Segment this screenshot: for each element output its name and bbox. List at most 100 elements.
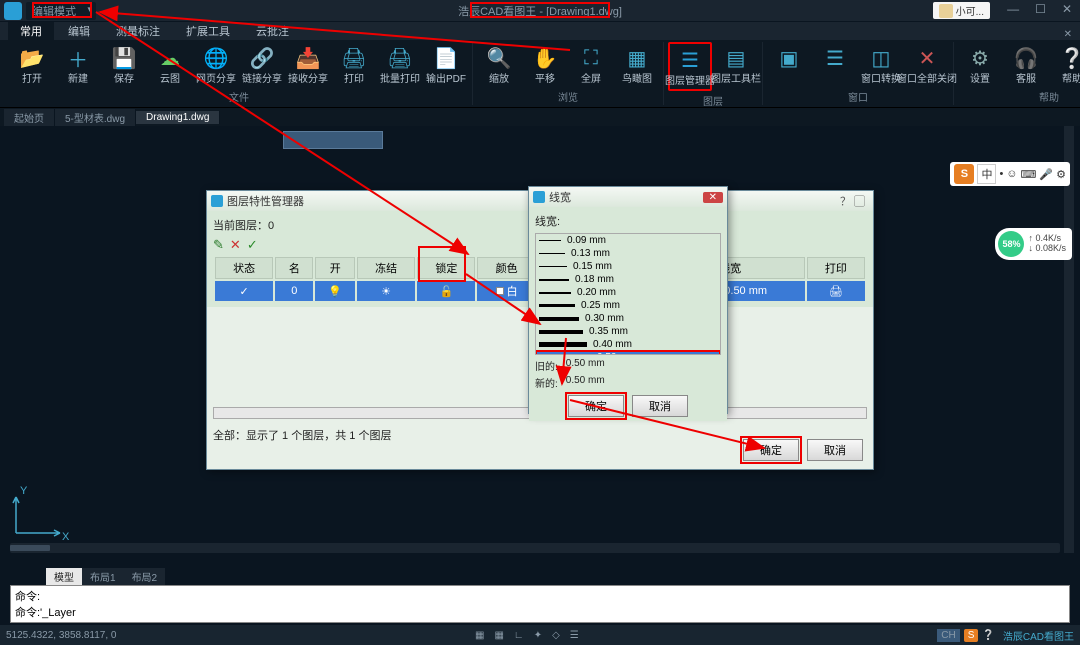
lw-item-5[interactable]: 0.25 mm (536, 299, 720, 312)
cancel-button[interactable]: 取消 (807, 439, 863, 461)
state-cell[interactable]: ✓ (215, 281, 273, 301)
pdf-button[interactable]: 📄输出PDF (424, 42, 468, 87)
ime-punct-icon[interactable]: • (999, 168, 1003, 180)
closeall-button[interactable]: ✕窗口全部关闭 (905, 42, 949, 87)
user-chip[interactable]: 小可... (933, 2, 990, 19)
help-button[interactable]: ❔帮助 (1050, 42, 1080, 87)
layout-tabs: 模型布局1布局2 (46, 568, 165, 585)
lw-close-button[interactable]: ✕ (703, 192, 723, 203)
s-icon[interactable]: S (964, 629, 979, 642)
lwt-toggle[interactable]: ☰ (567, 630, 582, 641)
doc-tab-1[interactable]: 5-型材表.dwg (55, 109, 136, 126)
new-layer-icon[interactable]: ✎ (213, 237, 224, 253)
print-button[interactable]: 🖨打印 (332, 42, 376, 87)
lw-item-6[interactable]: 0.30 mm (536, 312, 720, 325)
doc-tab-0[interactable]: 起始页 (4, 109, 55, 126)
save-button[interactable]: 💾保存 (102, 42, 146, 87)
name-cell[interactable]: 0 (275, 281, 313, 301)
color-cell[interactable]: 白 (477, 281, 535, 301)
pan-button[interactable]: ✋平移 (523, 42, 567, 87)
col-名[interactable]: 名 (275, 257, 313, 279)
menu-tab-0[interactable]: 常用 (8, 21, 54, 41)
h-scrollbar[interactable] (10, 543, 1060, 553)
lw-item-4[interactable]: 0.20 mm (536, 286, 720, 299)
newwin-button[interactable]: ▣ (767, 42, 811, 87)
lw-item-9[interactable]: 0.50 mm (536, 351, 720, 355)
ime-gear-icon[interactable]: ⚙ (1056, 168, 1066, 181)
app-icon (4, 2, 22, 20)
ime-kb-icon[interactable]: ⌨ (1021, 168, 1037, 181)
dialog-help-icon[interactable]: ？ ▢ (836, 193, 869, 209)
menu-tab-4[interactable]: 云批注 (244, 21, 301, 41)
ortho-toggle[interactable]: ∟ (511, 630, 527, 641)
ime-mic-icon[interactable]: 🎤 (1039, 168, 1053, 181)
ime-cn[interactable]: 中 (977, 164, 996, 184)
winlist-button[interactable]: ☰ (813, 42, 857, 87)
ok-button[interactable]: 确定 (743, 439, 799, 461)
grid-toggle[interactable]: ▦ (491, 630, 506, 641)
lw-item-1[interactable]: 0.13 mm (536, 247, 720, 260)
lw-cancel-button[interactable]: 取消 (632, 395, 688, 417)
layout-tab-2[interactable]: 布局2 (124, 568, 166, 585)
layertb-button[interactable]: ▤图层工具栏 (714, 42, 758, 91)
delete-layer-icon[interactable]: ✕ (230, 237, 241, 253)
full-label: 全屏 (581, 74, 601, 85)
service-icon: 🎧 (1012, 44, 1040, 72)
bview-button[interactable]: ▦鸟瞰图 (615, 42, 659, 87)
plot-cell[interactable]: 🖨 (807, 281, 865, 301)
lw-ok-button[interactable]: 确定 (568, 395, 624, 417)
minimize-button[interactable]: — (1003, 2, 1023, 16)
batchprint-button[interactable]: 🖨批量打印 (378, 42, 422, 87)
zoom-button[interactable]: 🔍缩放 (477, 42, 521, 87)
polar-toggle[interactable]: ✦ (531, 630, 545, 641)
speed-widget[interactable]: 58% ↑ 0.4K/s ↓ 0.08K/s (995, 228, 1072, 260)
menu-tab-3[interactable]: 扩展工具 (174, 21, 242, 41)
v-scrollbar[interactable] (1064, 126, 1074, 553)
command-line[interactable]: 命令: 命令:'_Layer (10, 585, 1070, 623)
doc-tab-2[interactable]: Drawing1.dwg (136, 111, 220, 124)
maximize-button[interactable]: ☐ (1031, 2, 1050, 16)
lw-item-7[interactable]: 0.35 mm (536, 325, 720, 338)
window-controls: — ☐ ✕ (1003, 2, 1076, 16)
lock-cell[interactable]: 🔓 (417, 281, 475, 301)
lw-item-0[interactable]: 0.09 mm (536, 234, 720, 247)
open-button[interactable]: 📂打开 (10, 42, 54, 87)
full-button[interactable]: ⛶全屏 (569, 42, 613, 87)
menu-tab-1[interactable]: 编辑 (56, 21, 102, 41)
lw-item-8[interactable]: 0.40 mm (536, 338, 720, 351)
on-cell[interactable]: 💡 (315, 281, 355, 301)
help-icon[interactable]: ❔ (982, 630, 994, 641)
col-冻结[interactable]: 冻结 (357, 257, 415, 279)
col-状态[interactable]: 状态 (215, 257, 273, 279)
lw-dialog-titlebar[interactable]: 线宽 ✕ (529, 187, 727, 207)
linkshare-button[interactable]: 🔗链接分享 (240, 42, 284, 87)
layout-tab-1[interactable]: 布局1 (82, 568, 124, 585)
webshare-button[interactable]: 🌐网页分享 (194, 42, 238, 87)
lang-indicator[interactable]: CH (937, 629, 959, 642)
lw-list[interactable]: 0.09 mm0.13 mm0.15 mm0.18 mm0.20 mm0.25 … (535, 233, 721, 355)
close-button[interactable]: ✕ (1058, 2, 1076, 16)
lw-item-3[interactable]: 0.18 mm (536, 273, 720, 286)
layout-tab-0[interactable]: 模型 (46, 568, 82, 585)
col-开[interactable]: 开 (315, 257, 355, 279)
menu-tab-2[interactable]: 测量标注 (104, 21, 172, 41)
col-锁定[interactable]: 锁定 (417, 257, 475, 279)
osnap-toggle[interactable]: ◇ (549, 630, 563, 641)
freeze-cell[interactable]: ☀ (357, 281, 415, 301)
lw-item-2[interactable]: 0.15 mm (536, 260, 720, 273)
layermgr-button[interactable]: ☰图层管理器 (668, 42, 712, 91)
col-打印[interactable]: 打印 (807, 257, 865, 279)
recvshare-button[interactable]: 📥接收分享 (286, 42, 330, 87)
col-颜色[interactable]: 颜色 (477, 257, 535, 279)
service-button[interactable]: 🎧客服 (1004, 42, 1048, 87)
ime-toolbar[interactable]: S 中 • ☺ ⌨ 🎤 ⚙ (950, 162, 1070, 186)
snap-toggle[interactable]: ▦ (472, 630, 487, 641)
sogou-icon[interactable]: S (954, 164, 974, 184)
ime-emoji-icon[interactable]: ☺ (1006, 168, 1017, 180)
set-current-icon[interactable]: ✓ (247, 237, 258, 253)
mode-selector[interactable]: 编辑模式 (26, 2, 96, 20)
sub-close-icon[interactable]: ✕ (1064, 29, 1072, 40)
cloud-button[interactable]: ☁云图 (148, 42, 192, 87)
new-button[interactable]: ＋新建 (56, 42, 100, 87)
settings-button[interactable]: ⚙设置 (958, 42, 1002, 87)
